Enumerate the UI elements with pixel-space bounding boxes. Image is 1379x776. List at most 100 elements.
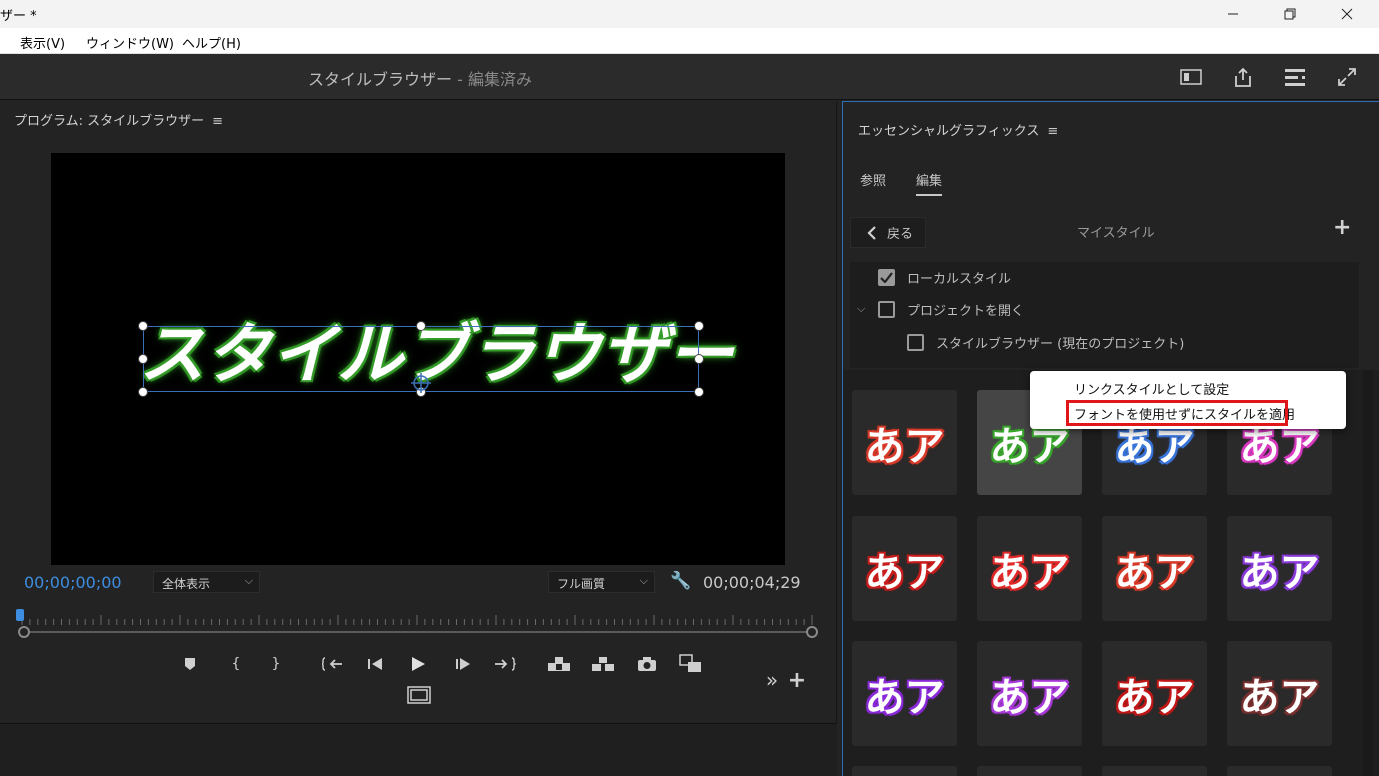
resize-handle-br[interactable] (694, 387, 704, 397)
safe-margins-icon[interactable] (406, 684, 432, 706)
tab-browse[interactable]: 参照 (860, 170, 886, 189)
menu-help[interactable]: ヘルプ(H) (182, 33, 241, 52)
fullscreen-icon[interactable] (1334, 64, 1360, 90)
panel-menu-icon[interactable]: ≡ (212, 114, 223, 129)
share-icon[interactable] (1230, 64, 1256, 90)
essential-graphics-title: エッセンシャルグラフィックス ≡ (858, 120, 1058, 139)
style-tile[interactable]: あア (1227, 516, 1332, 621)
document-status: 編集済み (467, 70, 532, 89)
style-tile[interactable]: あア (977, 641, 1082, 746)
resize-handle-bl[interactable] (138, 387, 148, 397)
context-menu: リンクスタイルとして設定 フォントを使用せずにスタイルを適用 (1030, 371, 1346, 429)
lift-button[interactable] (546, 653, 572, 675)
document-title: スタイルブラウザー - 編集済み (0, 66, 840, 90)
restore-icon[interactable] (1261, 0, 1319, 28)
go-to-out-button[interactable] (492, 653, 518, 675)
zoom-scroll-handle-right[interactable] (806, 626, 818, 638)
window-titlebar: ザー * (0, 0, 1379, 28)
source-current-project[interactable]: スタイルブラウザー (現在のプロジェクト) (907, 333, 1184, 352)
resize-handle-tr[interactable] (694, 321, 704, 331)
current-timecode[interactable]: 00;00;00;00 (24, 573, 122, 592)
chevron-down-icon[interactable]: ⌵ (857, 302, 865, 316)
chevron-left-icon (867, 225, 876, 240)
button-editor-add-icon[interactable]: + (784, 668, 810, 693)
program-monitor-title: プログラム: スタイルブラウザー ≡ (14, 110, 223, 129)
highlight-box (1066, 400, 1288, 426)
chevron-down-icon: ⌵ (244, 574, 253, 587)
source-label: スタイルブラウザー (現在のプロジェクト) (936, 337, 1185, 352)
style-tile[interactable]: あア (1102, 641, 1207, 746)
checkbox-unchecked[interactable] (907, 334, 924, 351)
bottom-panel-strip (0, 723, 837, 776)
menu-item-set-as-linked-style[interactable]: リンクスタイルとして設定 (1074, 379, 1229, 398)
close-icon[interactable] (1318, 0, 1376, 28)
mark-out-button[interactable]: } (263, 653, 289, 675)
more-controls-icon[interactable]: » (759, 668, 785, 692)
duration-timecode: 00;00;04;29 (703, 573, 801, 592)
source-label: ローカルスタイル (907, 272, 1012, 287)
step-back-button[interactable] (362, 653, 388, 675)
source-open-projects[interactable]: プロジェクトを開く (878, 300, 1024, 319)
source-local-styles[interactable]: ローカルスタイル (878, 268, 1011, 287)
comparison-view-icon[interactable] (678, 653, 704, 675)
essential-graphics-panel: エッセンシャルグラフィックス ≡ 参照 編集 戻る マイスタイル + ローカルスタ… (842, 101, 1379, 776)
resize-handle-tl[interactable] (138, 321, 148, 331)
resize-handle-tc[interactable] (416, 321, 426, 331)
document-name: スタイルブラウザー (308, 70, 453, 89)
back-button-label: 戻る (887, 227, 914, 242)
style-grid: あア あア あア あア あア あア あア あア あア あア あア あア (843, 370, 1379, 776)
menu-view[interactable]: 表示(V) (20, 33, 65, 52)
playback-resolution-value: フル画質 (557, 577, 606, 591)
app-header: スタイルブラウザー - 編集済み (0, 54, 1379, 100)
style-tile[interactable]: あア (852, 390, 957, 495)
style-tile[interactable]: あア (1102, 516, 1207, 621)
checkbox-checked[interactable] (878, 269, 895, 286)
program-monitor-panel: プログラム: スタイルブラウザー ≡ スタイルブラウザー 00;00;00;00 … (0, 101, 837, 723)
back-button[interactable]: 戻る (850, 217, 926, 248)
style-tile-partial[interactable] (852, 766, 957, 776)
style-grid-scrollbar[interactable] (1363, 370, 1373, 776)
panel-menu-icon[interactable]: ≡ (1047, 124, 1058, 139)
playhead[interactable] (16, 609, 24, 621)
window-title: ザー * (0, 9, 37, 24)
zoom-scroll-handle-left[interactable] (18, 626, 30, 638)
settings-wrench-icon[interactable]: 🔧 (670, 571, 691, 591)
step-forward-button[interactable] (450, 653, 476, 675)
workspaces-icon[interactable] (1282, 64, 1308, 90)
app-root: ザー * 表示(V) ウィンドウ(W) ヘルプ(H) スタイルブラウザー - 編… (0, 0, 1379, 776)
style-tile[interactable]: あア (1227, 641, 1332, 746)
style-tile-partial[interactable] (1102, 766, 1207, 776)
zoom-level-select[interactable]: 全体表示 ⌵ (153, 571, 260, 593)
resize-handle-mr[interactable] (694, 354, 704, 364)
export-frame-camera-icon[interactable] (634, 653, 660, 675)
time-ruler[interactable] (18, 613, 818, 625)
playback-resolution-select[interactable]: フル画質 ⌵ (548, 571, 655, 593)
panel-layout-icon[interactable] (1178, 64, 1204, 90)
checkbox-unchecked[interactable] (878, 301, 895, 318)
add-style-icon[interactable]: + (1333, 215, 1351, 240)
video-preview[interactable]: スタイルブラウザー (51, 153, 785, 565)
style-tile[interactable]: あア (852, 641, 957, 746)
anchor-point-icon[interactable] (409, 371, 433, 395)
resize-handle-ml[interactable] (138, 354, 148, 364)
play-button[interactable] (405, 653, 431, 675)
program-monitor-title-text: プログラム: スタイルブラウザー (14, 114, 205, 129)
source-label: プロジェクトを開く (907, 304, 1025, 319)
zoom-level-value: 全体表示 (162, 577, 211, 591)
minimize-icon[interactable] (1204, 0, 1262, 28)
menu-bar: 表示(V) ウィンドウ(W) ヘルプ(H) (0, 28, 1379, 54)
style-tile[interactable]: あア (852, 516, 957, 621)
style-tile-partial[interactable] (1227, 766, 1332, 776)
go-to-in-button[interactable] (320, 653, 346, 675)
zoom-scrollbar[interactable] (24, 631, 812, 633)
style-tile-partial[interactable] (977, 766, 1082, 776)
mark-in-button[interactable]: { (223, 653, 249, 675)
section-title: マイスタイル (1077, 226, 1155, 241)
style-tile[interactable]: あア (977, 516, 1082, 621)
title-separator: - (452, 70, 468, 89)
extract-button[interactable] (590, 653, 616, 675)
essential-graphics-title-text: エッセンシャルグラフィックス (858, 124, 1040, 139)
add-marker-button[interactable] (177, 653, 203, 675)
menu-window[interactable]: ウィンドウ(W) (86, 33, 174, 52)
tab-edit[interactable]: 編集 (916, 170, 943, 196)
